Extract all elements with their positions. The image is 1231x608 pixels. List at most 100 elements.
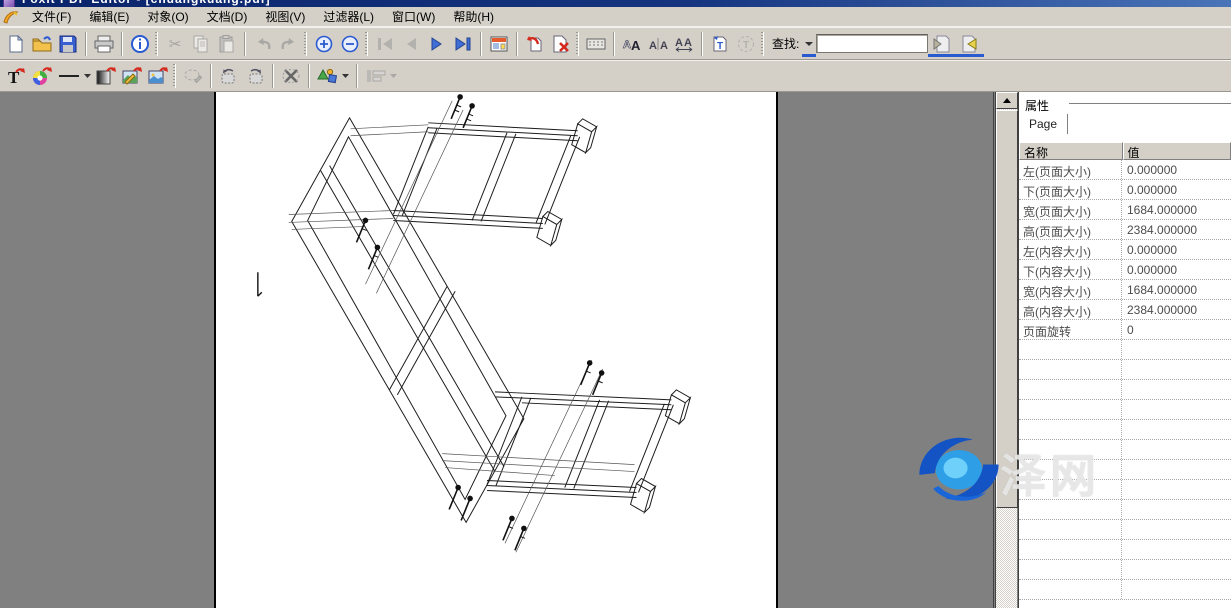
- find-next-button[interactable]: [956, 35, 984, 53]
- print-button[interactable]: [91, 31, 117, 57]
- find-previous-icon: [932, 35, 952, 53]
- property-value[interactable]: 1684.000000: [1122, 200, 1231, 219]
- add-text-object-button[interactable]: T: [707, 31, 733, 57]
- cut-button[interactable]: ✂: [162, 31, 188, 57]
- document-info-button[interactable]: [127, 31, 153, 57]
- import-page-icon: [526, 35, 544, 53]
- import-page-button[interactable]: [522, 31, 548, 57]
- property-row[interactable]: 页面旋转 0: [1019, 320, 1231, 340]
- toolbar-grip[interactable]: [304, 32, 307, 56]
- property-row[interactable]: 宽(页面大小) 1684.000000: [1019, 200, 1231, 220]
- menu-object[interactable]: 对象(O): [138, 6, 197, 27]
- add-text-tool-button[interactable]: T: [3, 63, 29, 89]
- menu-window[interactable]: 窗口(W): [383, 6, 444, 27]
- printer-icon: [94, 35, 114, 53]
- property-value[interactable]: 0.000000: [1122, 180, 1231, 199]
- property-row[interactable]: 高(页面大小) 2384.000000: [1019, 220, 1231, 240]
- zoom-out-button[interactable]: [337, 31, 363, 57]
- replace-font-button[interactable]: A A: [619, 31, 645, 57]
- menu-file[interactable]: 文件(F): [23, 6, 80, 27]
- column-header-name[interactable]: 名称: [1019, 142, 1123, 160]
- property-value[interactable]: 0.000000: [1122, 160, 1231, 179]
- property-row-empty: [1019, 580, 1231, 600]
- save-button[interactable]: [55, 31, 81, 57]
- next-page-button[interactable]: [424, 31, 450, 57]
- object-tools-button[interactable]: [314, 63, 352, 89]
- menu-view[interactable]: 视图(V): [256, 6, 314, 27]
- previous-page-icon: [404, 37, 418, 51]
- find-options-dropdown[interactable]: [802, 35, 816, 53]
- svg-text:T: T: [717, 41, 723, 52]
- scrollbar-thumb[interactable]: [996, 110, 1018, 508]
- toolbar-grip[interactable]: [576, 32, 579, 56]
- toolbar-grip[interactable]: [155, 32, 158, 56]
- add-color-tool-button[interactable]: [29, 63, 55, 89]
- delete-object-button[interactable]: [278, 63, 304, 89]
- property-value[interactable]: 2384.000000: [1122, 300, 1231, 319]
- property-row[interactable]: 左(内容大小) 0.000000: [1019, 240, 1231, 260]
- property-row[interactable]: 高(内容大小) 2384.000000: [1019, 300, 1231, 320]
- toolbar-grip[interactable]: [365, 32, 368, 56]
- text-circle-button[interactable]: T: [733, 31, 759, 57]
- undo-button[interactable]: [250, 31, 276, 57]
- zoom-in-button[interactable]: [311, 31, 337, 57]
- property-name: 下(页面大小): [1019, 180, 1122, 199]
- narrow-characters-button[interactable]: A A: [645, 31, 671, 57]
- smart-select-tool-button[interactable]: [180, 63, 206, 89]
- find-previous-button[interactable]: [928, 35, 956, 53]
- add-image-tool-button[interactable]: [145, 63, 171, 89]
- new-document-button[interactable]: [3, 31, 29, 57]
- vertical-scrollbar[interactable]: [995, 92, 1017, 608]
- pdf-page[interactable]: [214, 92, 778, 608]
- edit-image-icon: [122, 66, 142, 86]
- save-floppy-icon: [59, 35, 77, 53]
- property-value[interactable]: 0.000000: [1122, 260, 1231, 279]
- keyboard-button[interactable]: [583, 31, 609, 57]
- menu-edit[interactable]: 编辑(E): [80, 6, 138, 27]
- rotate-object-left-button[interactable]: [216, 63, 242, 89]
- property-row[interactable]: 宽(内容大小) 1684.000000: [1019, 280, 1231, 300]
- tab-page[interactable]: Page: [1023, 114, 1068, 134]
- delete-page-button[interactable]: [548, 31, 574, 57]
- find-input[interactable]: [816, 34, 928, 53]
- open-file-button[interactable]: [29, 31, 55, 57]
- rotate-object-right-button[interactable]: [242, 63, 268, 89]
- property-value[interactable]: 2384.000000: [1122, 220, 1231, 239]
- toolbar-separator: [613, 32, 615, 56]
- property-row[interactable]: 下(页面大小) 0.000000: [1019, 180, 1231, 200]
- redo-button[interactable]: [276, 31, 302, 57]
- page-display-settings-button[interactable]: [486, 31, 512, 57]
- property-row-empty: [1019, 440, 1231, 460]
- document-canvas[interactable]: 属性 Page 名称 值 左(页面大小) 0.000000 下(页面大小) 0.…: [0, 92, 1231, 608]
- previous-page-button[interactable]: [398, 31, 424, 57]
- property-value[interactable]: 1684.000000: [1122, 280, 1231, 299]
- last-page-button[interactable]: [450, 31, 476, 57]
- add-text-doc-icon: T: [711, 35, 729, 53]
- character-width-icon: A A: [674, 35, 694, 52]
- menu-filter[interactable]: 过滤器(L): [314, 6, 383, 27]
- line-style-tool-button[interactable]: [55, 63, 93, 89]
- find-prev-underline: [928, 54, 956, 57]
- first-page-icon: [376, 37, 394, 51]
- property-value[interactable]: 0: [1122, 320, 1231, 339]
- first-page-button[interactable]: [372, 31, 398, 57]
- menu-help[interactable]: 帮助(H): [444, 6, 503, 27]
- scroll-up-button[interactable]: [996, 92, 1018, 109]
- property-value[interactable]: 0.000000: [1122, 240, 1231, 259]
- property-row[interactable]: 左(页面大小) 0.000000: [1019, 160, 1231, 180]
- color-wheel-icon: [32, 66, 52, 86]
- open-folder-icon: [32, 35, 52, 53]
- app-menu-icon: [3, 10, 19, 24]
- shapes-icon: [316, 67, 350, 85]
- menu-document[interactable]: 文档(D): [198, 6, 257, 27]
- toolbar-grip[interactable]: [761, 32, 764, 56]
- edit-image-tool-button[interactable]: [119, 63, 145, 89]
- align-tools-button[interactable]: [362, 63, 400, 89]
- property-row[interactable]: 下(内容大小) 0.000000: [1019, 260, 1231, 280]
- copy-button[interactable]: [188, 31, 214, 57]
- add-shading-tool-button[interactable]: [93, 63, 119, 89]
- paste-button[interactable]: [214, 31, 240, 57]
- column-header-value[interactable]: 值: [1123, 142, 1231, 160]
- character-width-button[interactable]: A A: [671, 31, 697, 57]
- toolbar-grip[interactable]: [173, 64, 176, 88]
